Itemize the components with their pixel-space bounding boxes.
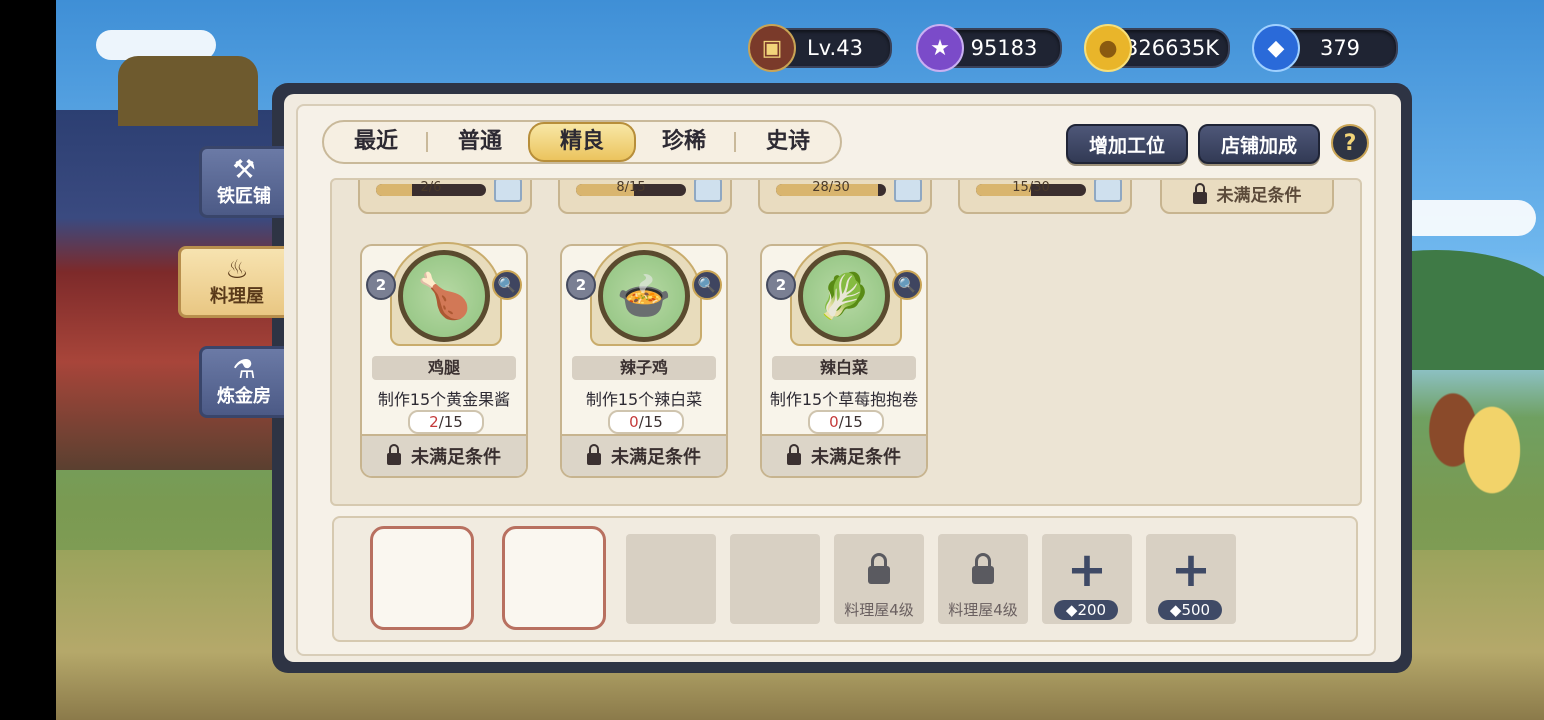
recipe-progress: 2/15 — [408, 410, 484, 434]
side-tab-kitchen[interactable]: ♨ 料理屋 — [178, 246, 296, 318]
shop-bonus-button[interactable]: 店铺加成 — [1198, 124, 1320, 164]
gold-coin-icon: ● — [1084, 24, 1132, 72]
workstation-slot-empty[interactable] — [370, 526, 474, 630]
buy-workstation-slot[interactable]: + ◆200 — [1042, 534, 1132, 624]
gem-icon: ◆ — [1065, 601, 1078, 619]
recipe-name: 辣白菜 — [772, 356, 916, 380]
level-badge: 2 — [366, 270, 396, 300]
recipe-card[interactable]: 🥬 2 🔍 辣白菜 制作15个草莓抱抱卷 0/15 未满足条件 — [760, 242, 928, 478]
cloud — [1396, 200, 1536, 236]
tab-recent[interactable]: 最近 — [324, 122, 428, 162]
gold-counter: ● 326635K — [1084, 24, 1230, 72]
npc-characters[interactable] — [1414, 370, 1544, 570]
progress-text: 15/30 — [1012, 180, 1050, 195]
tab-epic[interactable]: 史诗 — [736, 122, 840, 162]
gem-cost: ◆500 — [1158, 600, 1222, 620]
recipe-card-partial-locked[interactable]: 未满足条件 — [1160, 180, 1334, 214]
recipe-card[interactable]: 🍗 2 🔍 鸡腿 制作15个黄金果酱 2/15 未满足条件 — [360, 242, 528, 478]
roof-ornament — [118, 56, 258, 126]
magnifier-icon[interactable]: 🔍 — [692, 270, 722, 300]
padlock-icon — [972, 553, 994, 584]
workstation-slot-locked[interactable]: 料理屋4级 — [938, 534, 1028, 624]
help-button[interactable]: ? — [1331, 124, 1369, 162]
recipe-name: 辣子鸡 — [572, 356, 716, 380]
workstation-slot-blank[interactable] — [730, 534, 820, 624]
locked-status: 未满足条件 — [562, 434, 726, 476]
progress-text: 2/6 — [420, 180, 442, 195]
recipe-card-partial[interactable]: 28/30 — [758, 180, 932, 214]
plus-icon: + — [1066, 542, 1108, 598]
box-icon — [1094, 180, 1122, 202]
recipe-card-partial[interactable]: 8/15 — [558, 180, 732, 214]
lock-icon — [787, 444, 801, 465]
cooking-pot-icon: ♨ — [225, 255, 249, 285]
lock-icon — [1192, 183, 1207, 204]
lock-icon — [587, 444, 601, 465]
chicken-leg-icon: 🍗 — [398, 250, 490, 342]
plus-icon: + — [1170, 542, 1212, 598]
recipe-card[interactable]: 🍲 2 🔍 辣子鸡 制作15个辣白菜 0/15 未满足条件 — [560, 242, 728, 478]
lock-icon — [387, 444, 401, 465]
box-icon — [894, 180, 922, 202]
treasure-chest-icon: ▣ — [748, 24, 796, 72]
side-tab-alchemy[interactable]: ⚗ 炼金房 — [199, 346, 289, 418]
medal-counter: ★ 95183 — [916, 24, 1062, 72]
gem-icon: ◆ — [1169, 601, 1182, 619]
purple-medal-icon: ★ — [916, 24, 964, 72]
recipe-requirement: 制作15个辣白菜 — [585, 390, 703, 409]
locked-status: 未满足条件 — [362, 434, 526, 476]
add-workstation-button[interactable]: 增加工位 — [1066, 124, 1188, 164]
workstation-slot-locked[interactable]: 料理屋4级 — [834, 534, 924, 624]
workstation-slot-blank[interactable] — [626, 534, 716, 624]
tab-fine[interactable]: 精良 — [528, 122, 636, 162]
padlock-icon — [868, 553, 890, 584]
buy-workstation-slot[interactable]: + ◆500 — [1146, 534, 1236, 624]
recipe-progress: 0/15 — [608, 410, 684, 434]
workstation-slot-empty[interactable] — [502, 526, 606, 630]
level-display: ▣ Lv.43 — [748, 24, 892, 72]
gem-counter[interactable]: ◆ 379 — [1252, 24, 1398, 72]
rarity-tabbar: 最近 普通 精良 珍稀 史诗 — [322, 120, 842, 164]
locked-status: 未满足条件 — [762, 434, 926, 476]
recipe-name: 鸡腿 — [372, 356, 516, 380]
box-icon — [494, 180, 522, 202]
progress-text: 8/15 — [616, 180, 646, 195]
flask-icon: ⚗ — [232, 355, 256, 385]
gem-plus-icon[interactable]: ◆ — [1252, 24, 1300, 72]
recipe-progress: 0/15 — [808, 410, 884, 434]
kimchi-icon: 🥬 — [798, 250, 890, 342]
side-tab-blacksmith[interactable]: ⚒ 铁匠铺 — [199, 146, 289, 218]
magnifier-icon[interactable]: 🔍 — [492, 270, 522, 300]
recipe-card-partial[interactable]: 2/6 — [358, 180, 532, 214]
recipe-requirement: 制作15个草莓抱抱卷 — [769, 390, 919, 409]
tab-rare[interactable]: 珍稀 — [632, 122, 736, 162]
magnifier-icon[interactable]: 🔍 — [892, 270, 922, 300]
recipe-requirement: 制作15个黄金果酱 — [377, 390, 511, 409]
tab-common[interactable]: 普通 — [428, 122, 532, 162]
box-icon — [694, 180, 722, 202]
level-badge: 2 — [766, 270, 796, 300]
spicy-chicken-icon: 🍲 — [598, 250, 690, 342]
anvil-icon: ⚒ — [232, 155, 256, 185]
gem-cost: ◆200 — [1054, 600, 1118, 620]
recipe-card-partial[interactable]: 15/30 — [958, 180, 1132, 214]
progress-text: 28/30 — [812, 180, 850, 195]
level-badge: 2 — [566, 270, 596, 300]
